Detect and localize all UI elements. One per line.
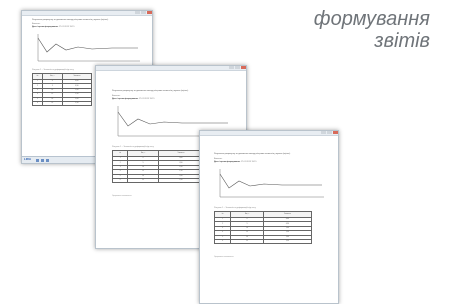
table-cell: 2,50 [61, 100, 93, 107]
maximize-button[interactable] [327, 131, 332, 134]
table-row: 6 25 2,50 [111, 177, 205, 184]
taskbar-app-icon[interactable] [36, 158, 39, 162]
date-value: 17.01.2013 13:15 [58, 26, 75, 28]
maximize-button[interactable] [235, 66, 240, 69]
table-cell: 6 [111, 177, 129, 184]
window-titlebar[interactable] [22, 11, 152, 16]
footer-note: Сформовано автоматично [214, 257, 234, 258]
caption-line-1: формування [313, 8, 430, 30]
footer-note: Сформовано автоматично [112, 196, 132, 197]
author-label: Виконав: [214, 158, 223, 160]
window-titlebar[interactable] [200, 131, 338, 136]
date-label: Дата і время формування: [112, 98, 139, 100]
table-cell: 2,50 [157, 177, 205, 184]
app-logo: LIRA [24, 157, 31, 161]
caption-line-2: звітів [374, 30, 430, 52]
table-cell: 25 [230, 238, 264, 245]
table-cell: 25 [41, 100, 63, 107]
close-button[interactable] [147, 11, 152, 14]
minimize-button[interactable] [229, 66, 234, 69]
report-title: Результати розрахунку за допомогою метод… [112, 90, 189, 92]
chart-series-line [219, 173, 322, 189]
date-label: Дата і время формування: [32, 26, 59, 28]
date-label: Дата і время формування: [214, 161, 241, 163]
author-label: Виконав: [112, 95, 121, 97]
report-table: № Час, с Значення 1 0 0,00 2 5 0,50 3 10 1,00 … [213, 211, 313, 245]
chart-series-line [117, 111, 228, 127]
table-cell: 6 [213, 238, 232, 245]
date-value: 17.01.2013 13:15 [138, 98, 155, 100]
close-button[interactable] [333, 131, 338, 134]
window-titlebar[interactable] [96, 66, 246, 71]
chart-caption: Рисунок 1 – Залежність деформацій від ча… [214, 207, 256, 209]
report-table: № Час, с Значення 1 0 0,00 2 5 0,50 3 10 1,00 … [111, 150, 205, 184]
date-value: 17.01.2013 13:15 [240, 161, 257, 163]
chart-caption: Рисунок 1 – Залежність деформацій від ча… [32, 69, 74, 71]
author-label: Виконав: [32, 23, 41, 25]
table-cell: 2,50 [262, 238, 313, 245]
promo-caption: формування звітів [270, 8, 430, 52]
report-title: Результати розрахунку за допомогою метод… [214, 153, 291, 155]
table-cell: 6 [32, 100, 43, 107]
report-window-3[interactable]: Результати розрахунку за допомогою метод… [199, 130, 339, 304]
report-chart [32, 32, 142, 66]
date-row: Дата і время формування: 17.01.2013 13:1… [112, 98, 154, 100]
taskbar-app-icon[interactable] [41, 158, 44, 162]
table-row: 6 25 2,50 [213, 238, 313, 245]
minimize-button[interactable] [321, 131, 326, 134]
date-row: Дата і время формування: 17.01.2013 13:1… [214, 161, 256, 163]
report-chart [219, 169, 324, 198]
maximize-button[interactable] [141, 11, 146, 14]
chart-caption: Рисунок 1 – Залежність деформацій від ча… [112, 146, 154, 148]
table-cell: 25 [127, 177, 159, 184]
minimize-button[interactable] [135, 11, 140, 14]
report-table: № Час, с Значення 1 0 0,00 2 5 0,50 3 10 1,00 … [32, 73, 93, 107]
close-button[interactable] [241, 66, 246, 69]
date-row: Дата і время формування: 17.01.2013 13:1… [32, 26, 74, 28]
report-title: Результати розрахунку за допомогою метод… [32, 19, 109, 21]
table-row: 6 25 2,50 [32, 100, 93, 107]
taskbar-app-icon[interactable] [46, 158, 49, 162]
